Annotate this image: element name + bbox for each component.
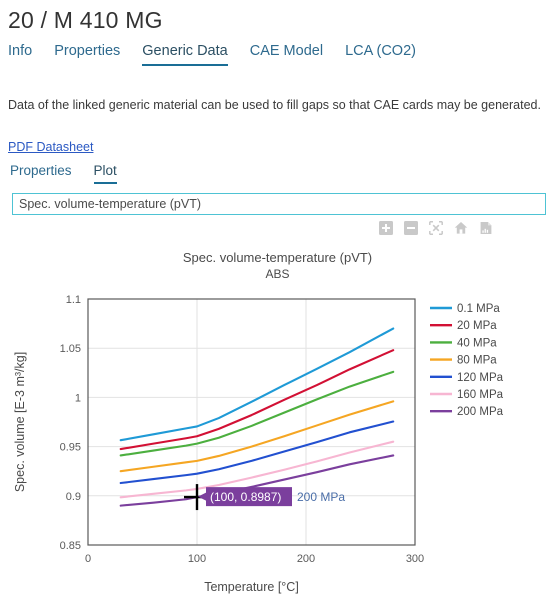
legend-label[interactable]: 160 MPa <box>457 389 504 401</box>
x-tick-label: 0 <box>85 553 91 565</box>
main-tab-bar: Info Properties Generic Data CAE Model L… <box>0 34 555 66</box>
legend-label[interactable]: 0.1 MPa <box>457 303 500 315</box>
legend-label[interactable]: 20 MPa <box>457 320 497 332</box>
plot-frame <box>87 297 416 546</box>
y-tick-label: 1 <box>75 392 81 404</box>
y-tick-label: 0.85 <box>60 540 81 552</box>
plot-toolbar <box>0 215 555 235</box>
tab-info[interactable]: Info <box>8 43 46 66</box>
y-tick-label: 0.9 <box>66 490 81 502</box>
chart-annotation: (100, 0.8987) 200 MPa <box>184 483 345 510</box>
legend-label[interactable]: 80 MPa <box>457 354 497 366</box>
legend-label[interactable]: 40 MPa <box>457 337 497 349</box>
y-axis-title: Spec. volume [E-3 m³/kg] <box>13 351 27 491</box>
tooltip-value-label: (100, 0.8987) <box>210 490 281 504</box>
series-group <box>119 326 395 507</box>
plot-select-input[interactable] <box>12 192 546 215</box>
tab-cae-model[interactable]: CAE Model <box>250 43 337 66</box>
pdf-datasheet-link[interactable]: PDF Datasheet <box>0 127 93 154</box>
tab-properties[interactable]: Properties <box>54 43 134 66</box>
y-tick-label: 1.1 <box>66 294 81 306</box>
x-axis-title: Temperature [°C] <box>204 580 299 594</box>
tab-lca-co2[interactable]: LCA (CO2) <box>345 43 430 66</box>
reset-zoom-icon[interactable] <box>429 220 443 235</box>
sub-tab-properties[interactable]: Properties <box>10 163 84 184</box>
sub-tab-bar: Properties Plot <box>0 156 555 184</box>
plot-select-container <box>0 184 555 215</box>
save-image-icon[interactable] <box>479 221 493 235</box>
home-icon[interactable] <box>454 221 468 235</box>
legend-label[interactable]: 200 MPa <box>457 406 504 418</box>
y-tick-label: 1.05 <box>60 343 81 355</box>
y-tick-label: 0.95 <box>60 441 81 453</box>
tab-generic-data[interactable]: Generic Data <box>142 43 241 66</box>
page-title: 20 / M 410 MG <box>8 7 163 33</box>
sub-tab-plot[interactable]: Plot <box>93 163 129 184</box>
legend-label[interactable]: 120 MPa <box>457 371 504 383</box>
zoom-out-icon[interactable] <box>404 220 418 235</box>
description-text: Data of the linked generic material can … <box>8 97 541 112</box>
x-tick-label: 300 <box>406 553 424 565</box>
x-tick-label: 200 <box>297 553 315 565</box>
x-tick-label: 100 <box>188 553 206 565</box>
tooltip-series-label: 200 MPa <box>297 490 345 504</box>
chart-plot[interactable]: 0.85 0.9 0.95 1 1.05 1.1 0 100 200 300 Temperature… <box>0 241 555 611</box>
zoom-in-icon[interactable] <box>379 220 393 235</box>
chart-container: Spec. volume-temperature (pVT) ABS 0.85 0… <box>0 241 555 611</box>
